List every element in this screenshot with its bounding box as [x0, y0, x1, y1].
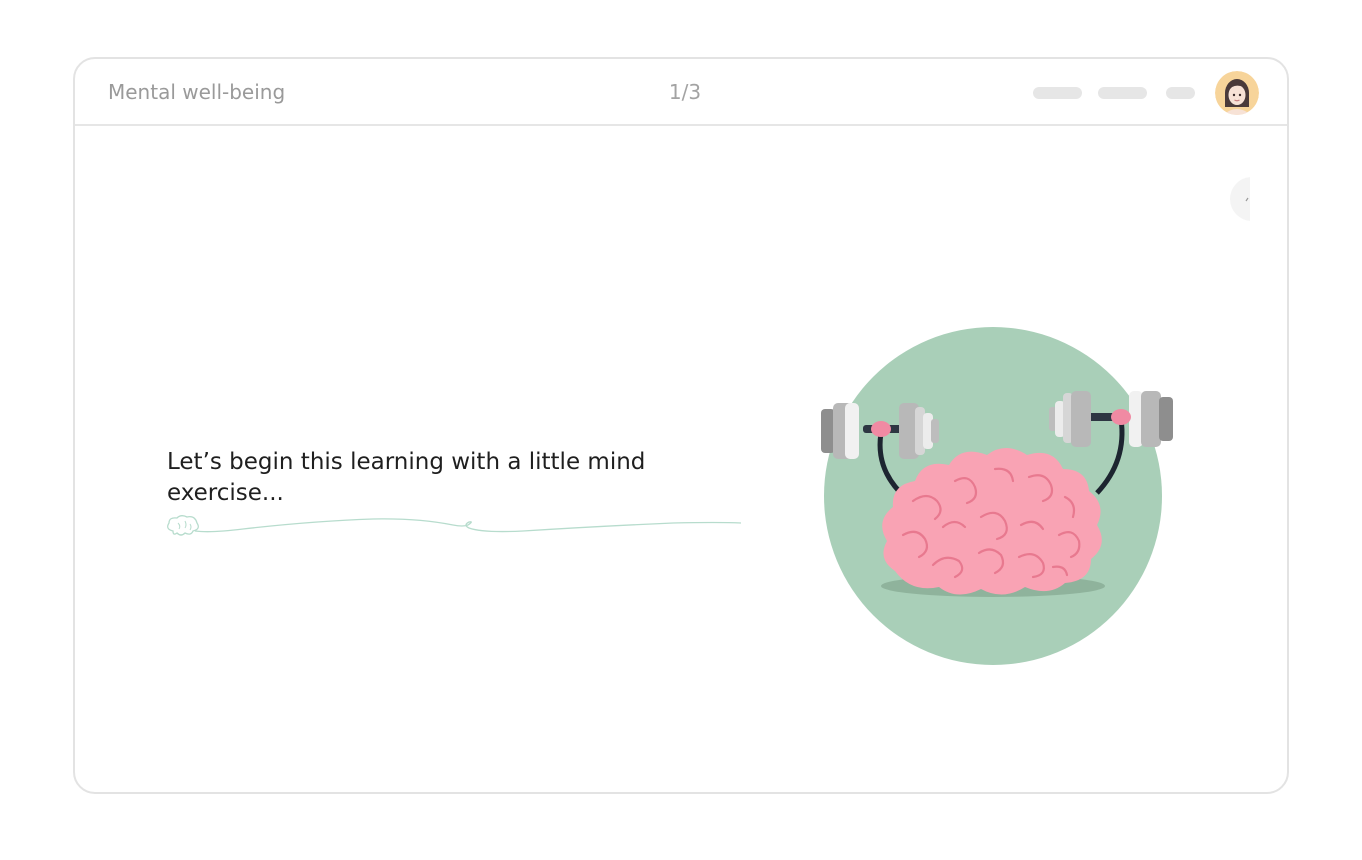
lesson-header: Mental well-being 1/3 [75, 59, 1287, 126]
user-avatar-icon[interactable] [1215, 71, 1259, 115]
course-title: Mental well-being [108, 80, 286, 104]
brain-doodle-line-icon [167, 515, 742, 536]
intro-text: Let’s begin this learning with a little … [167, 449, 646, 506]
side-panel-toggle-icon[interactable] [1230, 177, 1250, 221]
nav-placeholder-1 [1033, 87, 1082, 99]
nav-placeholder-2 [1098, 87, 1147, 99]
brain-lifting-dumbbells-illustration [821, 327, 1173, 665]
nav-placeholder-3 [1166, 87, 1195, 99]
lesson-card: Mental well-being 1/3 Let’s begin this l… [73, 57, 1289, 794]
progress-indicator: 1/3 [668, 80, 702, 104]
